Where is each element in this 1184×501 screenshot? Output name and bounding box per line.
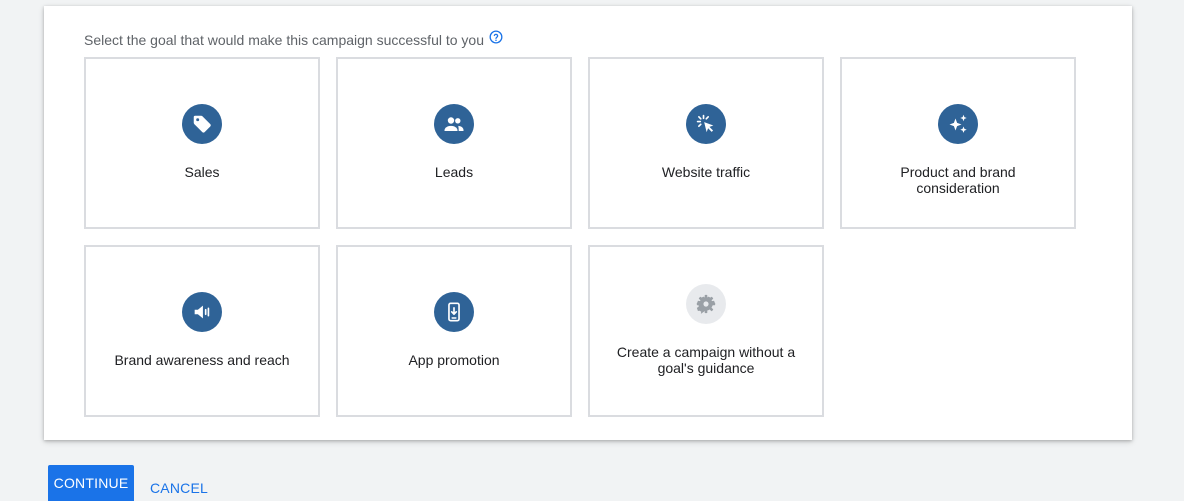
goal-tile-sales[interactable]: Sales [84, 57, 320, 229]
goal-label: Create a campaign without a goal's guida… [616, 344, 796, 376]
goal-label: Leads [434, 164, 474, 180]
goal-label: Sales [184, 164, 220, 180]
goal-selection-card: Select the goal that would make this cam… [44, 6, 1132, 440]
goal-label: App promotion [408, 352, 500, 368]
help-icon[interactable] [489, 30, 503, 44]
gear-icon [686, 284, 726, 324]
tag-icon [182, 104, 222, 144]
sparkle-icon [938, 104, 978, 144]
goal-prompt-text: Select the goal that would make this cam… [84, 32, 484, 48]
goal-tile-leads[interactable]: Leads [336, 57, 572, 229]
people-icon [434, 104, 474, 144]
goal-label: Website traffic [661, 164, 751, 180]
goal-tile-app-promotion[interactable]: App promotion [336, 245, 572, 417]
goal-tile-brand-awareness[interactable]: Brand awareness and reach [84, 245, 320, 417]
goal-tile-website-traffic[interactable]: Website traffic [588, 57, 824, 229]
goal-label: Product and brand consideration [900, 164, 1016, 196]
goal-prompt: Select the goal that would make this cam… [84, 30, 503, 48]
cursor-click-icon [686, 104, 726, 144]
goal-tile-product-brand-consideration[interactable]: Product and brand consideration [840, 57, 1076, 229]
phone-download-icon [434, 292, 474, 332]
speaker-icon [182, 292, 222, 332]
goal-label: Brand awareness and reach [114, 352, 290, 368]
goal-tile-no-goal[interactable]: Create a campaign without a goal's guida… [588, 245, 824, 417]
